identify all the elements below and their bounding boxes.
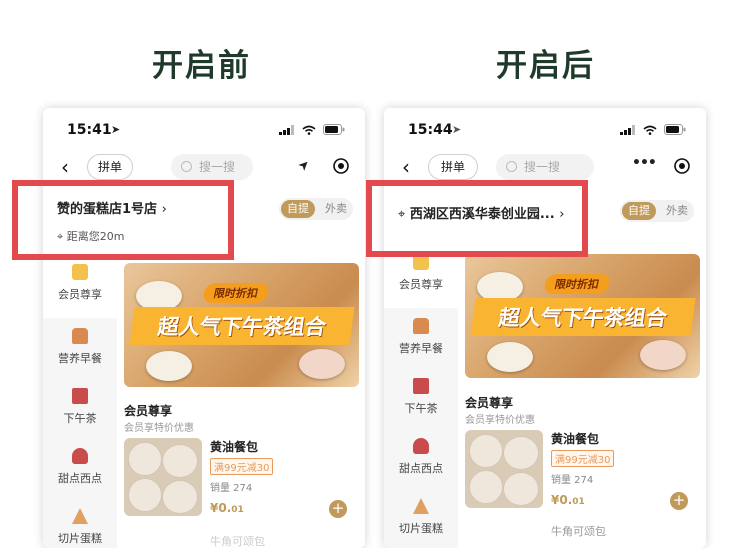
battery-icon	[323, 124, 345, 135]
berry-tart-image	[299, 349, 345, 379]
wifi-icon	[302, 125, 316, 135]
banner-title: 超人气下午茶组合	[470, 298, 696, 336]
battery-icon	[664, 124, 686, 135]
toggle-delivery[interactable]: 外卖	[325, 200, 347, 218]
teapot-icon	[413, 378, 429, 394]
sidebar-item-breakfast[interactable]: 营养早餐	[43, 322, 117, 382]
category-sidebar: 会员尊享 营养早餐 下午茶 甜点西点 切片蛋糕	[43, 258, 117, 548]
toggle-pickup[interactable]: 自提	[281, 200, 315, 218]
back-icon[interactable]: ‹	[61, 155, 69, 179]
target-icon[interactable]	[673, 157, 691, 175]
product-price: ¥0.01	[210, 501, 244, 515]
search-placeholder: 搜一搜	[199, 160, 236, 174]
cupcake-icon	[413, 438, 429, 454]
sidebar-item-vip[interactable]: 会员尊享	[43, 258, 117, 318]
toggle-pickup[interactable]: 自提	[622, 202, 656, 220]
product-price: ¥0.01	[551, 493, 585, 507]
banner-tag: 限时折扣	[542, 274, 612, 294]
signal-icon	[620, 124, 635, 135]
sidebar-item-cake[interactable]: 切片蛋糕	[43, 502, 117, 548]
search-icon	[506, 161, 517, 172]
target-icon[interactable]	[332, 157, 350, 175]
search-icon	[181, 161, 192, 172]
status-time: 15:44	[408, 122, 453, 138]
product-name[interactable]: 黄油餐包	[210, 438, 258, 455]
berry-tart-image	[640, 340, 686, 370]
section-title: 会员尊享	[124, 404, 173, 418]
promo-badge: 满99元减30	[210, 458, 274, 475]
product-image[interactable]	[465, 430, 543, 508]
navigation-arrow-icon[interactable]: ➤	[295, 156, 313, 174]
status-time: 15:41	[67, 122, 112, 138]
promo-badge: 满99元减30	[551, 450, 615, 467]
sales-count: 销量 274	[551, 475, 594, 486]
signal-icon	[279, 124, 294, 135]
product-name[interactable]: 黄油餐包	[551, 430, 599, 447]
nav-bar: ‹ 拼单 搜一搜 ➤	[43, 152, 365, 182]
sidebar-item-tea[interactable]: 下午茶	[384, 372, 458, 432]
more-icon[interactable]: •••	[632, 155, 657, 171]
sidebar-item-dessert[interactable]: 甜点西点	[43, 442, 117, 502]
add-to-cart-button[interactable]: +	[329, 500, 347, 518]
back-icon[interactable]: ‹	[402, 155, 410, 179]
cookie-plate-image	[146, 351, 192, 381]
sidebar-item-dessert[interactable]: 甜点西点	[384, 432, 458, 492]
sidebar-item-vip[interactable]: 会员尊享	[384, 248, 458, 308]
banner-title: 超人气下午茶组合	[129, 307, 355, 345]
cake-slice-icon	[413, 498, 429, 514]
sidebar-item-breakfast[interactable]: 营养早餐	[384, 312, 458, 372]
cookie-plate-image	[487, 342, 533, 372]
vip-icon	[72, 264, 88, 280]
pickup-delivery-toggle[interactable]: 自提 外卖	[620, 200, 694, 222]
phone-after: 15:44 ➤ ‹ 拼单 搜一搜 ••• ⌖ 西湖区西溪华泰创业园... › 自…	[384, 108, 706, 548]
teapot-icon	[72, 388, 88, 404]
search-input[interactable]: 搜一搜	[496, 154, 594, 180]
toast-icon	[72, 328, 88, 344]
toggle-delivery[interactable]: 外卖	[666, 202, 688, 220]
promo-banner[interactable]: 限时折扣 超人气下午茶组合	[465, 254, 700, 378]
nav-bar: ‹ 拼单 搜一搜 •••	[384, 152, 706, 182]
pickup-delivery-toggle[interactable]: 自提 外卖	[279, 198, 353, 220]
status-bar: 15:41 ➤	[43, 120, 365, 140]
next-product-name: 牛角可颂包	[210, 535, 265, 548]
banner-tag: 限时折扣	[201, 283, 271, 303]
next-product-name: 牛角可颂包	[551, 525, 606, 538]
sales-count: 销量 274	[210, 483, 253, 494]
cake-slice-icon	[72, 508, 88, 524]
before-heading: 开启前	[152, 48, 251, 84]
group-order-button[interactable]: 拼单	[428, 154, 478, 180]
location-arrow-icon: ➤	[452, 123, 462, 136]
search-input[interactable]: 搜一搜	[171, 154, 253, 180]
status-bar: 15:44 ➤	[384, 120, 706, 140]
section-title: 会员尊享	[465, 396, 514, 410]
sidebar-item-tea[interactable]: 下午茶	[43, 382, 117, 442]
toast-icon	[413, 318, 429, 334]
wifi-icon	[643, 125, 657, 135]
phone-before: 15:41 ➤ ‹ 拼单 搜一搜 ➤ 赞的蛋糕店1号店 › ⌖ 距离您20m 自…	[43, 108, 365, 548]
search-placeholder: 搜一搜	[524, 160, 561, 174]
product-image[interactable]	[124, 438, 202, 516]
group-order-button[interactable]: 拼单	[87, 154, 133, 180]
cupcake-icon	[72, 448, 88, 464]
add-to-cart-button[interactable]: +	[670, 492, 688, 510]
promo-banner[interactable]: 限时折扣 超人气下午茶组合	[124, 263, 359, 387]
highlight-box-before	[12, 180, 234, 260]
highlight-box-after	[366, 180, 588, 257]
location-arrow-icon: ➤	[111, 123, 121, 136]
category-sidebar: 会员尊享 营养早餐 下午茶 甜点西点 切片蛋糕	[384, 248, 458, 548]
section-subtitle: 会员享特价优惠	[465, 415, 535, 426]
after-heading: 开启后	[496, 48, 595, 84]
sidebar-item-cake[interactable]: 切片蛋糕	[384, 492, 458, 548]
section-subtitle: 会员享特价优惠	[124, 423, 194, 434]
